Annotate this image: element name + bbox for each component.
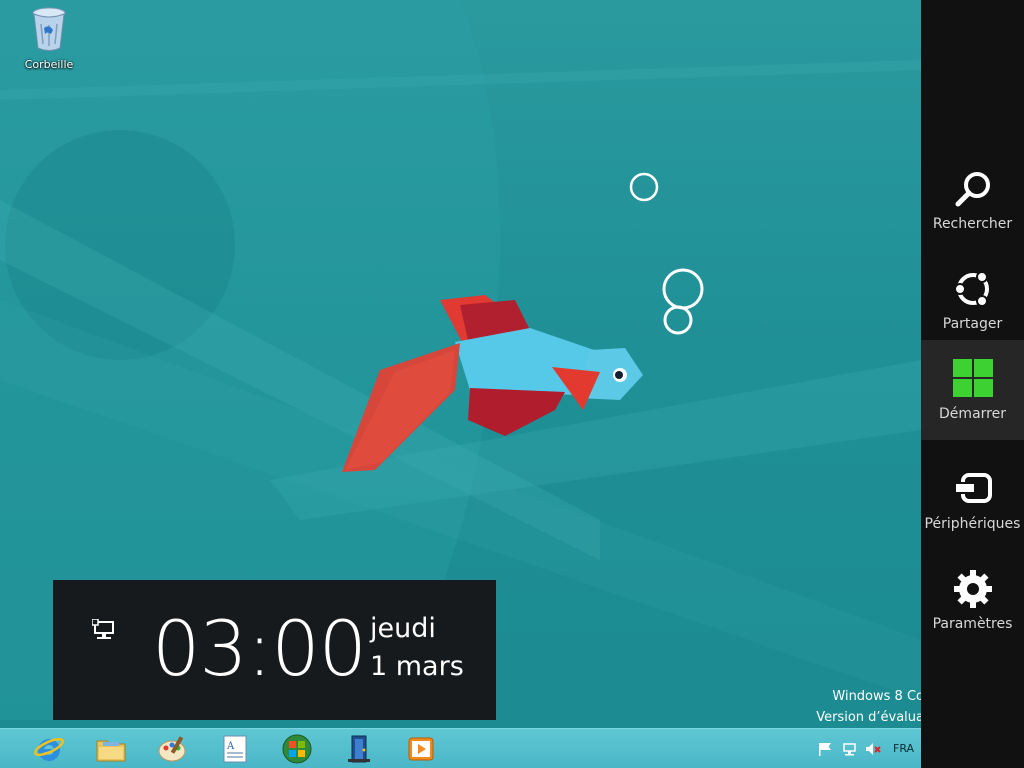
- system-tray: FRA: [811, 729, 921, 768]
- media-center-icon: [282, 734, 312, 764]
- svg-text:A: A: [226, 741, 235, 752]
- charm-start[interactable]: Démarrer: [921, 340, 1024, 440]
- charm-share[interactable]: Partager: [921, 250, 1024, 350]
- clock-time: 03:00: [152, 604, 367, 693]
- charm-label: Rechercher: [932, 216, 1013, 232]
- taskbar-internet-explorer[interactable]: [33, 733, 65, 765]
- ie-icon: [33, 737, 65, 761]
- charm-settings[interactable]: Paramètres: [921, 550, 1024, 650]
- wordpad-icon: A: [223, 735, 247, 763]
- search-icon: [955, 172, 990, 207]
- charm-label: Démarrer: [939, 406, 1006, 422]
- share-icon: [954, 271, 989, 307]
- charm-label: Périphériques: [924, 516, 1021, 532]
- clock-day: jeudi: [370, 613, 436, 644]
- charms-bar: Rechercher Partager Démarrer Périphériqu…: [921, 0, 1024, 768]
- media-player-icon: [408, 737, 434, 761]
- taskbar-file-explorer[interactable]: [95, 733, 127, 765]
- language-indicator[interactable]: FRA: [893, 742, 914, 755]
- taskbar-media-center[interactable]: [281, 733, 313, 765]
- recycle-bin-icon: [32, 7, 66, 51]
- desktop-icon-label: Corbeille: [24, 58, 74, 71]
- network-icon: [92, 619, 114, 639]
- folder-icon: [96, 740, 126, 762]
- charm-label: Paramètres: [932, 616, 1013, 632]
- devices-icon: [954, 473, 992, 503]
- desktop-icon-recycle-bin[interactable]: Corbeille: [20, 6, 78, 71]
- flag-icon[interactable]: [817, 742, 833, 756]
- windows-watermark: Windows 8 Co Version d’évalua: [816, 686, 924, 728]
- watermark-line-1: Windows 8 Co: [832, 689, 924, 704]
- charm-label: Partager: [942, 316, 1003, 332]
- charm-search[interactable]: Rechercher: [921, 150, 1024, 250]
- taskbar-wordpad[interactable]: A: [219, 733, 251, 765]
- clock-date: 1 mars: [370, 651, 464, 682]
- desktop[interactable]: Corbeille Windows 8 Co Version d’évalua …: [0, 0, 1024, 768]
- taskbar-media-player[interactable]: [405, 733, 437, 765]
- windows-logo-icon: [953, 359, 993, 397]
- network-icon[interactable]: [841, 742, 857, 756]
- door-icon: [348, 735, 370, 763]
- gear-icon: [954, 570, 992, 608]
- paint-icon: [158, 736, 186, 762]
- taskbar-app-door[interactable]: [343, 733, 375, 765]
- volume-muted-icon[interactable]: [865, 742, 881, 756]
- watermark-line-2: Version d’évalua: [816, 710, 924, 725]
- taskbar-paint[interactable]: [157, 733, 189, 765]
- charm-devices[interactable]: Périphériques: [921, 450, 1024, 550]
- taskbar: A FRA: [0, 728, 921, 768]
